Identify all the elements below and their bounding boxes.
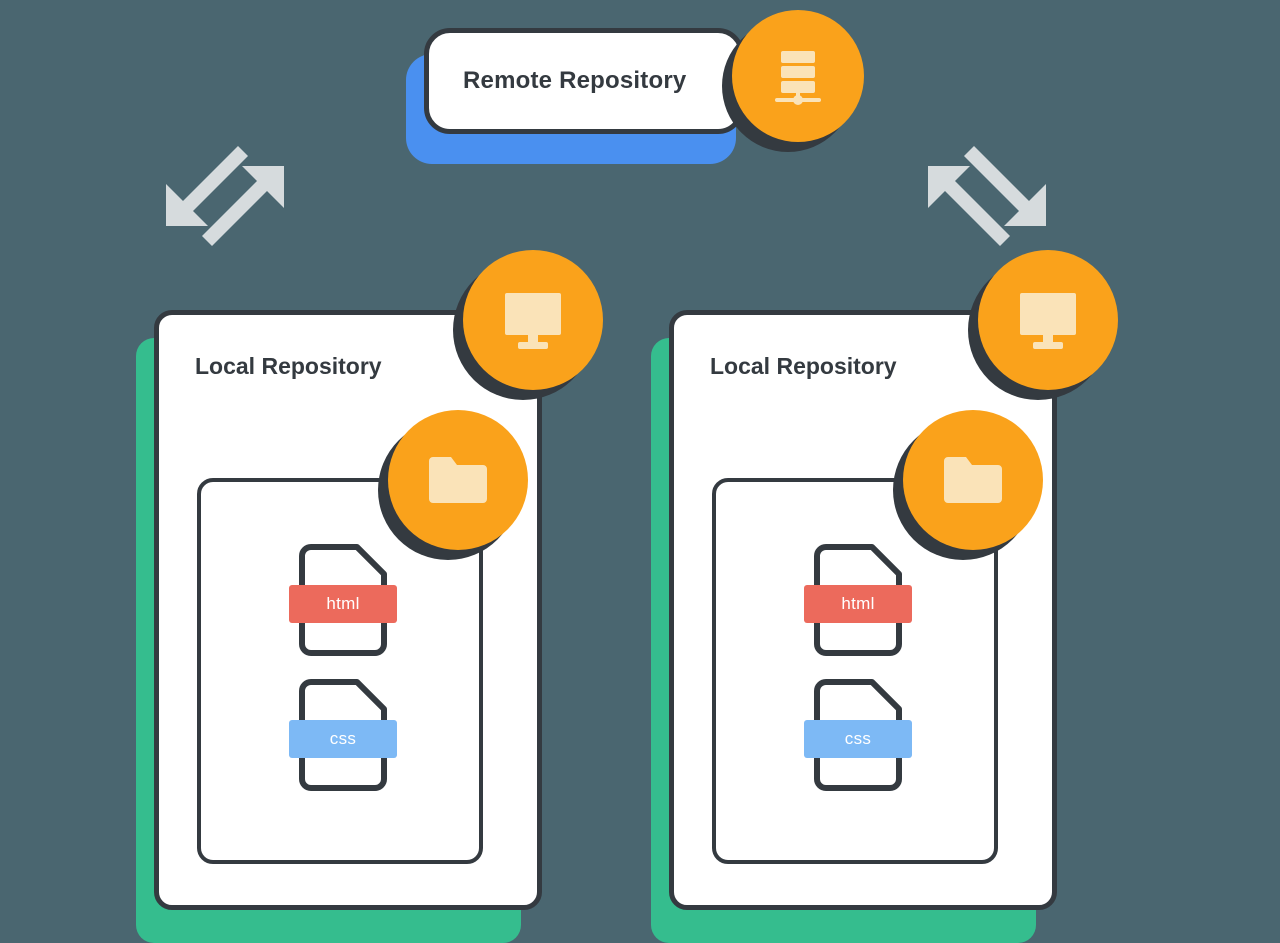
repository-title: Local Repository: [195, 353, 382, 379]
file-icon-css: css: [804, 679, 912, 791]
badge-disc: [463, 250, 603, 390]
file-type-label: css: [329, 729, 357, 748]
repository-title: Local Repository: [710, 353, 897, 379]
folder-badge-left: [378, 410, 528, 560]
monitor-icon: [505, 293, 561, 349]
server-badge: [722, 10, 864, 152]
sync-arrows-left: [160, 140, 290, 255]
file-icon-html: html: [289, 544, 397, 656]
file-type-band: css: [804, 720, 912, 758]
diagram-canvas: Remote Repository Local Repository html …: [0, 0, 1280, 943]
repository-card: Local Repository html css: [669, 310, 1057, 910]
file-type-band: html: [289, 585, 397, 623]
local-repository-right: Local Repository html css: [651, 310, 1057, 943]
badge-disc: [978, 250, 1118, 390]
file-type-label: html: [841, 594, 875, 613]
folder-badge-right: [893, 410, 1043, 560]
file-type-label: css: [844, 729, 872, 748]
folder-icon: [944, 457, 1002, 503]
file-type-band: css: [289, 720, 397, 758]
bidirectional-arrows-icon: [166, 146, 284, 246]
repository-card: Local Repository html css: [154, 310, 542, 910]
remote-repository-bar: Remote Repository: [424, 28, 744, 134]
badge-disc: [388, 410, 528, 550]
server-icon: [775, 51, 821, 105]
file-type-band: html: [804, 585, 912, 623]
folder-icon: [429, 457, 487, 503]
remote-repository-node: Remote Repository: [406, 28, 746, 164]
badge-disc: [732, 10, 864, 142]
file-icon-css: css: [289, 679, 397, 791]
remote-repository-label: Remote Repository: [463, 67, 687, 94]
bidirectional-arrows-icon: [928, 146, 1046, 246]
file-type-label: html: [326, 594, 360, 613]
monitor-badge-left: [453, 250, 603, 400]
sync-arrows-right: [922, 140, 1052, 255]
monitor-badge-right: [968, 250, 1118, 400]
monitor-icon: [1020, 293, 1076, 349]
local-repository-left: Local Repository html css: [136, 310, 542, 943]
file-icon-html: html: [804, 544, 912, 656]
badge-disc: [903, 410, 1043, 550]
